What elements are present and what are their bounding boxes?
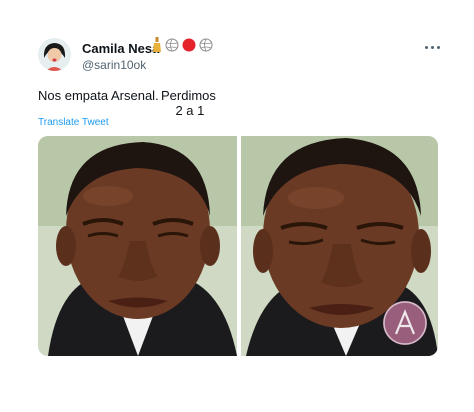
avatar[interactable]: [38, 38, 71, 71]
tweet-text: Nos empata Arsenal.: [38, 88, 159, 103]
watermark-logo: [383, 301, 427, 345]
meme-image-left[interactable]: [38, 136, 237, 356]
tweet-text-continuation: Perdimos 2 a 1: [161, 88, 216, 118]
more-options-icon[interactable]: [424, 40, 442, 54]
translate-tweet-link[interactable]: Translate Tweet: [38, 117, 109, 128]
name-emojis: [152, 36, 213, 58]
author-name[interactable]: Camila Nesa: [82, 41, 159, 56]
volleyball-icon: [199, 38, 213, 57]
champagne-bottle-icon: [152, 36, 162, 58]
author-handle[interactable]: @sarin10ok: [82, 58, 146, 72]
tweet-card: Camila Nesa @sarin10ok Nos empata Arsena…: [0, 0, 474, 412]
volleyball-icon: [165, 38, 179, 57]
tweet-media[interactable]: [38, 136, 438, 356]
red-circle-icon: [182, 38, 196, 57]
